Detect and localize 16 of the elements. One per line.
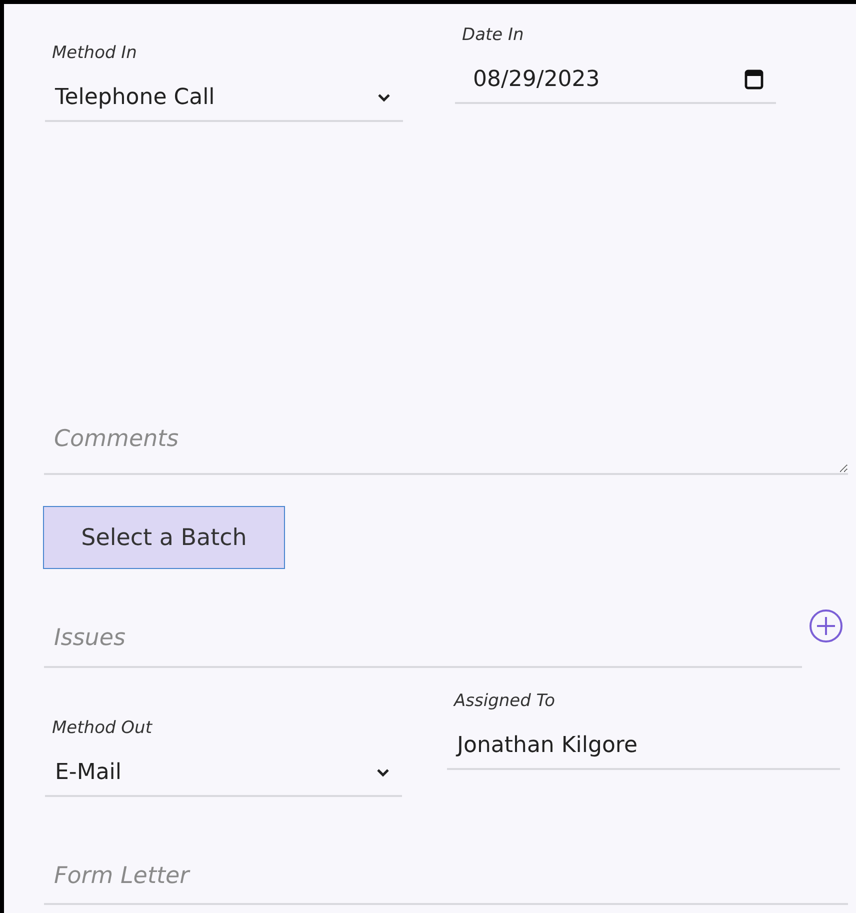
- field-label: Method Out: [51, 717, 154, 739]
- field-label: Assigned To: [452, 690, 556, 712]
- chevron-down-icon: [377, 92, 391, 102]
- assigned-to-field[interactable]: Jonathan Kilgore: [447, 722, 840, 770]
- issues-field[interactable]: Issues: [44, 610, 802, 668]
- comments-field[interactable]: Comments: [44, 413, 848, 475]
- calendar-icon: [744, 68, 764, 90]
- method-out-select[interactable]: E-Mail: [45, 749, 402, 797]
- date-field[interactable]: 08/29/2023: [455, 56, 776, 104]
- field-label: Date In: [461, 24, 525, 46]
- chevron-down-icon: [376, 768, 390, 776]
- select-batch-button[interactable]: Select a Batch: [43, 506, 285, 569]
- field-label: Method In: [51, 42, 138, 64]
- form-letter-field[interactable]: Form Letter: [44, 849, 848, 905]
- add-icon[interactable]: [808, 608, 844, 644]
- method-in-select[interactable]: Telephone Call: [45, 74, 403, 122]
